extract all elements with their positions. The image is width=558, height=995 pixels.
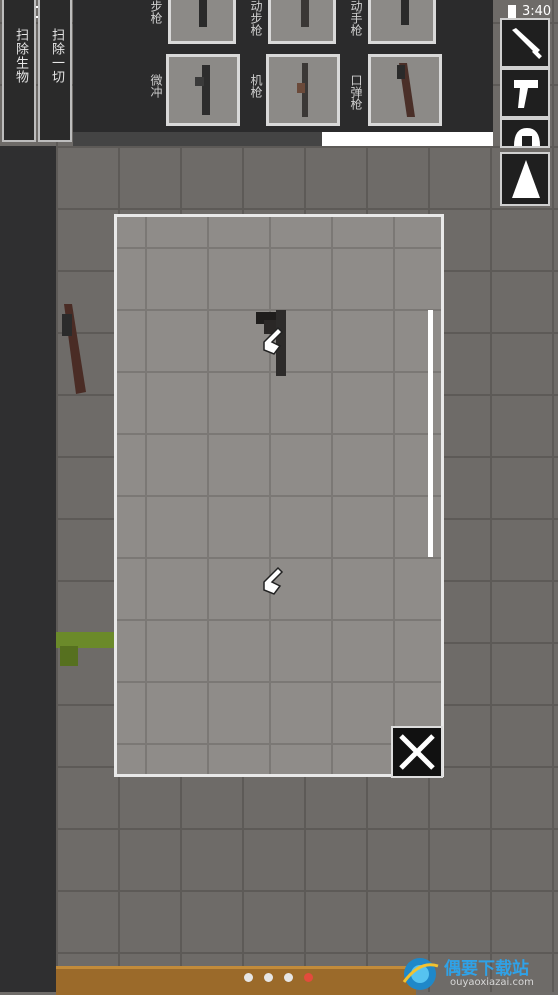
pistol-icon <box>514 80 538 108</box>
weapon-slot-machine-gun[interactable] <box>266 54 340 126</box>
selection-window[interactable] <box>114 214 444 777</box>
page-dot-1[interactable] <box>244 973 253 982</box>
spawn-triangle-icon <box>512 160 540 198</box>
category-label-rifle: 步枪 <box>149 0 163 24</box>
shotgun-icon <box>397 63 415 117</box>
helmet-icon <box>514 128 540 146</box>
touch-pointer-icon <box>263 326 284 355</box>
category-label-shotgun: 口弹枪 <box>349 74 363 110</box>
weapon-slot-auto-rifle[interactable] <box>268 0 336 44</box>
touch-pointer-icon-2 <box>263 566 284 595</box>
page-dot-4-active[interactable] <box>304 973 313 982</box>
category-label-machine-gun: 机枪 <box>249 74 263 98</box>
machine-gun-icon <box>297 63 308 117</box>
clear-creatures-button[interactable]: 扫除生物 <box>2 0 36 142</box>
melee-tool-button[interactable] <box>500 18 550 68</box>
watermark-name: 偶要下载站 <box>444 959 529 979</box>
window-scrollbar[interactable] <box>428 310 433 557</box>
weapon-slot-smg[interactable] <box>166 54 240 126</box>
watermark-logo-icon <box>402 958 439 990</box>
page-dot-2[interactable] <box>264 973 273 982</box>
close-icon <box>399 734 435 770</box>
armor-tool-button[interactable] <box>500 118 550 148</box>
watermark-url: ouyaoxiazai.com <box>450 977 534 988</box>
left-wall <box>0 146 56 992</box>
weapon-slot-auto-pistol[interactable] <box>368 0 436 44</box>
page-dot-3[interactable] <box>284 973 293 982</box>
auto-pistol-icon <box>401 0 409 25</box>
category-label-smg: 微冲 <box>149 74 163 98</box>
clear-all-label: 扫除一切 <box>49 28 64 84</box>
category-label-auto-rifle: 动步枪 <box>249 0 263 36</box>
clear-creatures-label: 扫除生物 <box>13 28 28 84</box>
wooden-plank[interactable] <box>56 966 416 995</box>
clear-all-button[interactable]: 扫除一切 <box>38 0 72 142</box>
spawn-button[interactable] <box>500 152 550 206</box>
auto-rifle-icon <box>301 0 309 27</box>
status-time-text: 3:40 <box>522 4 552 19</box>
battery-icon <box>508 5 516 19</box>
weapon-slot-shotgun[interactable] <box>368 54 442 126</box>
firearm-tool-button[interactable] <box>500 68 550 118</box>
green-pipe-object[interactable] <box>56 628 116 668</box>
close-window-button[interactable] <box>391 726 443 778</box>
weapon-slot-rifle[interactable] <box>168 0 236 44</box>
watermark: 偶要下载站 ouyaoxiazai.com <box>398 950 558 992</box>
category-panel-scrollbar[interactable] <box>322 132 493 146</box>
dropped-shotgun[interactable] <box>58 304 88 396</box>
sword-icon <box>512 28 542 59</box>
category-label-auto-pistol: 动手枪 <box>349 0 363 36</box>
rifle-icon <box>199 0 207 27</box>
smg-icon <box>195 65 210 115</box>
